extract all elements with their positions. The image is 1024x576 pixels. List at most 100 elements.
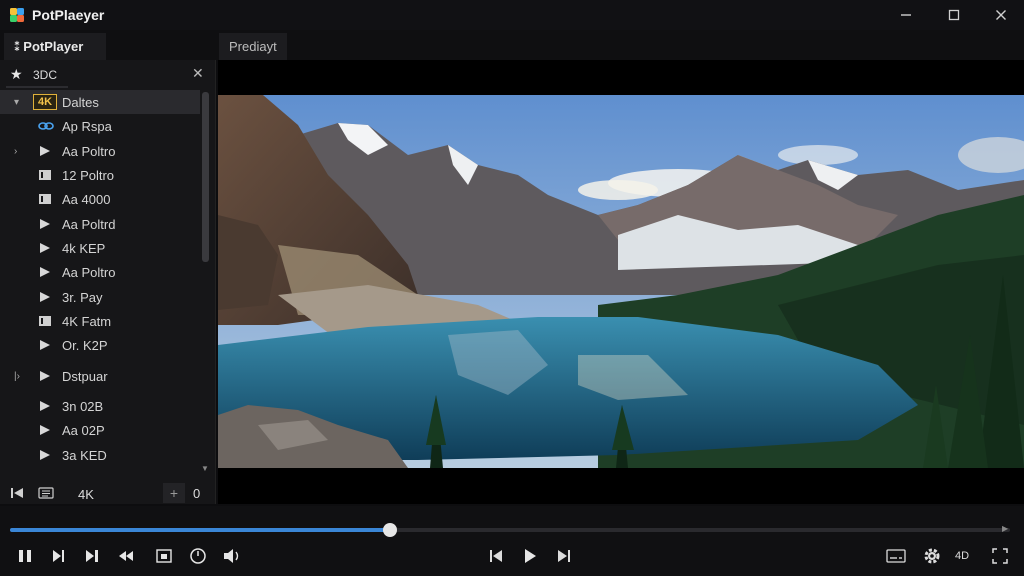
play-icon bbox=[38, 400, 52, 412]
play-icon bbox=[525, 549, 536, 563]
pause-button[interactable] bbox=[13, 544, 37, 568]
play-icon bbox=[38, 242, 52, 254]
playlist-item[interactable]: Aa Poltrd bbox=[0, 212, 200, 236]
subtitle-button[interactable] bbox=[884, 544, 908, 568]
playlist-item[interactable]: 3n 02B bbox=[0, 394, 200, 418]
fullscreen-icon bbox=[992, 548, 1008, 564]
previous-button[interactable] bbox=[484, 544, 508, 568]
playlist-item-label: Or. K2P bbox=[62, 338, 108, 353]
star-icon[interactable]: ★ bbox=[10, 66, 23, 83]
clock-icon bbox=[190, 548, 206, 564]
volume-button[interactable] bbox=[220, 544, 244, 568]
next-icon bbox=[558, 550, 570, 562]
window-title: PotPlaeyer bbox=[32, 7, 105, 23]
settings-button[interactable] bbox=[920, 544, 944, 568]
playlist-footer-label: 4K bbox=[78, 487, 94, 502]
play-button[interactable] bbox=[518, 544, 542, 568]
playlist-item-label: Aa 4000 bbox=[62, 192, 111, 207]
timer-button[interactable] bbox=[186, 544, 210, 568]
minimize-icon bbox=[901, 14, 911, 16]
fullscreen-button[interactable] bbox=[988, 544, 1012, 568]
play-icon bbox=[38, 266, 52, 278]
capture-button[interactable] bbox=[152, 544, 176, 568]
scroll-down-arrow-icon[interactable]: ▼ bbox=[201, 464, 209, 473]
playlist-item-label: 12 Poltro bbox=[62, 168, 115, 183]
next-track-button[interactable] bbox=[80, 544, 104, 568]
play-icon bbox=[38, 424, 52, 436]
rewind-button[interactable] bbox=[114, 544, 138, 568]
collapse-caret-icon[interactable]: |› bbox=[14, 371, 20, 382]
seek-bar-handle[interactable] bbox=[383, 523, 397, 537]
playlist-item[interactable]: Aa Poltro bbox=[0, 260, 200, 284]
playlist-item[interactable]: Sa 02B bbox=[0, 467, 200, 470]
playlist-item-label: Aa Poltro bbox=[62, 144, 116, 159]
playlist-item[interactable]: 3a KED bbox=[0, 443, 200, 467]
skip-forward-icon bbox=[86, 550, 98, 562]
playback-controls: ▶ 4D bbox=[0, 506, 1024, 576]
expand-caret-icon[interactable]: ▾ bbox=[14, 97, 19, 108]
play-icon bbox=[38, 339, 52, 351]
next-frame-icon bbox=[53, 550, 64, 562]
playlist-footer: 4K + 0 bbox=[0, 480, 216, 506]
app-logo-icon bbox=[10, 8, 24, 22]
tabs-row: ⁑ PotPlayer Prediayt bbox=[0, 30, 1024, 60]
film-icon bbox=[38, 169, 52, 181]
video-frame-landscape bbox=[218, 95, 1024, 468]
hd-indicator[interactable]: 4D bbox=[955, 550, 969, 562]
4k-badge-icon: 4K bbox=[33, 94, 57, 110]
film-icon bbox=[38, 193, 52, 205]
playlist-item-label: Dstpuar bbox=[62, 369, 108, 384]
minimize-button[interactable] bbox=[890, 4, 922, 26]
screenshot-icon bbox=[156, 549, 172, 563]
play-icon bbox=[38, 370, 52, 382]
next-button[interactable] bbox=[552, 544, 576, 568]
playlist-item[interactable]: 3r. Pay bbox=[0, 285, 200, 309]
playlist-item-label: 3n 02B bbox=[62, 399, 104, 414]
playlist-item[interactable]: › Aa Poltro bbox=[0, 139, 200, 163]
previous-icon bbox=[490, 550, 502, 562]
playlist-item[interactable]: ▾ 4K Daltes bbox=[0, 90, 200, 114]
playlist-tab-label[interactable]: 3DC bbox=[33, 68, 57, 82]
playlist-item[interactable]: Or. K2P bbox=[0, 333, 200, 357]
playlist-item[interactable]: 4K Fatm bbox=[0, 309, 200, 333]
video-area[interactable] bbox=[218, 60, 1024, 504]
skip-back-icon[interactable] bbox=[10, 487, 24, 499]
maximize-button[interactable] bbox=[938, 4, 970, 26]
seek-end-marker-icon: ▶ bbox=[1002, 524, 1009, 533]
rewind-icon bbox=[119, 551, 133, 561]
add-button[interactable]: + bbox=[163, 483, 185, 503]
link-icon bbox=[38, 120, 54, 132]
playlist-item[interactable]: |› Dstpuar bbox=[0, 364, 200, 388]
playlist-item-label: Aa Poltro bbox=[62, 265, 116, 280]
playlist-item-label: 4K Fatm bbox=[62, 314, 112, 329]
maximize-icon bbox=[948, 9, 960, 21]
playlist-item[interactable]: 12 Poltro bbox=[0, 163, 200, 187]
playlist-item-label: Aa 02P bbox=[62, 423, 105, 438]
seek-bar-fill bbox=[10, 528, 390, 532]
playlist-item[interactable]: Ap Rspa bbox=[0, 114, 200, 138]
next-frame-button[interactable] bbox=[46, 544, 70, 568]
playlist-item[interactable]: 4k KEP bbox=[0, 236, 200, 260]
close-window-button[interactable] bbox=[985, 4, 1017, 26]
playlist-item-label: 3r. Pay bbox=[62, 290, 103, 305]
playlist-item-label: 4k KEP bbox=[62, 241, 106, 256]
playlist-item-label: Ap Rspa bbox=[62, 119, 112, 134]
tab-preview[interactable]: Prediayt bbox=[219, 33, 287, 60]
play-icon bbox=[38, 291, 52, 303]
playlist-scrollbar-thumb[interactable] bbox=[202, 92, 209, 262]
playlist-item-label: Aa Poltrd bbox=[62, 217, 116, 232]
tab-potplayer[interactable]: ⁑ PotPlayer bbox=[4, 33, 106, 60]
playlist-item[interactable]: Aa 02P bbox=[0, 418, 200, 442]
playlist-tab-underline bbox=[6, 86, 68, 88]
playlist-close-button[interactable]: ✕ bbox=[192, 65, 204, 82]
playlist-list: ▾ 4K Daltes Ap Rspa › Aa Poltro 12 Poltro Aa 40… bbox=[0, 90, 200, 470]
collapse-caret-icon[interactable]: › bbox=[14, 146, 17, 157]
subtitle-icon bbox=[886, 549, 906, 563]
play-icon bbox=[38, 145, 52, 157]
title-bar: PotPlaeyer bbox=[0, 0, 1024, 30]
playlist-item[interactable]: Aa 4000 bbox=[0, 187, 200, 211]
volume-icon bbox=[224, 549, 239, 563]
playlist-item-label: Daltes bbox=[62, 95, 99, 110]
close-icon bbox=[996, 10, 1006, 20]
playlist-icon[interactable] bbox=[38, 487, 54, 499]
